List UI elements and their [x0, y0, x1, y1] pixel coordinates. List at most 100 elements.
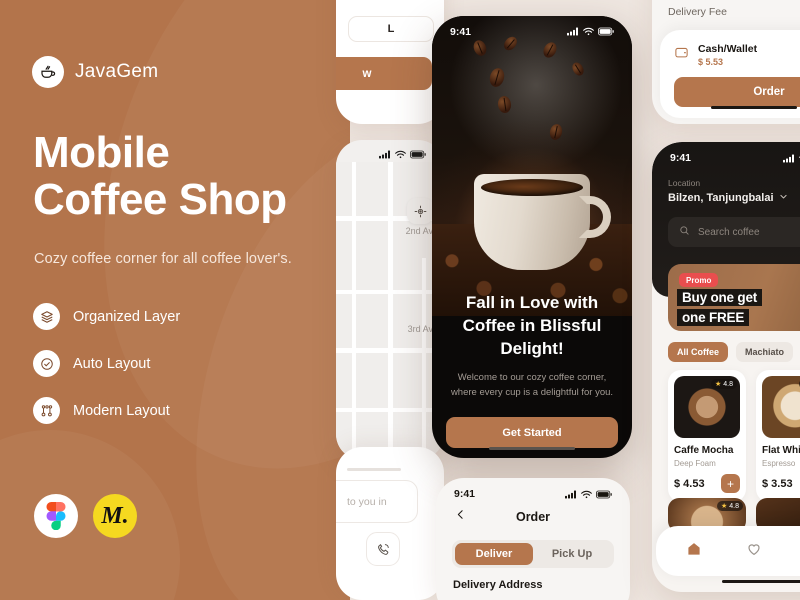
feature-item-organized-layer: Organized Layer [33, 303, 180, 330]
onboarding-subtitle: Welcome to our cozy coffee corner, where… [450, 371, 614, 398]
onboarding-content: Fall in Love with Coffee in Blissful Del… [432, 292, 632, 449]
rating-value: 4.8 [729, 502, 739, 510]
product-name: Flat White [762, 445, 800, 456]
coffee-liquid [481, 179, 583, 196]
coffee-bean [496, 95, 513, 114]
status-time: 9:41 [454, 488, 476, 500]
delivery-mode-segmented-control[interactable]: Deliver Pick Up [452, 540, 614, 568]
order-button[interactable]: Order [674, 77, 800, 107]
promo-tag: Promo [679, 273, 719, 287]
bottom-tab-bar [656, 526, 800, 576]
designer-mark-label: M. [101, 502, 129, 529]
location-label: Location [668, 178, 701, 188]
product-description: Espresso [762, 459, 796, 468]
partial-chip[interactable]: L [348, 16, 434, 42]
get-started-button[interactable]: Get Started [446, 417, 618, 449]
chevron-down-icon [779, 192, 788, 204]
designer-mark-logo: M. [93, 494, 137, 538]
brand-lockup: JavaGem [32, 56, 158, 88]
checkout-sheet: Cash/Wallet $ 5.53 Order [660, 30, 800, 118]
payment-method-row[interactable]: Cash/Wallet $ 5.53 [660, 30, 800, 67]
figma-logo [34, 494, 78, 538]
brand-name: JavaGem [75, 61, 159, 82]
category-chip-all-coffee[interactable]: All Coffee [668, 342, 729, 362]
nodes-icon [33, 397, 60, 424]
phone-mockup-checkout: Delivery Fee Cash/Wallet $ 5.53 Order [652, 0, 800, 124]
location-selector[interactable]: Bilzen, Tanjungbalai [668, 192, 800, 204]
product-grid: ★ 4.8 Caffe Mocha Deep Foam $ 4.53 + ★ 4… [668, 370, 800, 502]
map-canvas[interactable]: 2nd Ave 3rd Ave [336, 162, 444, 460]
gps-target-icon[interactable] [407, 198, 433, 224]
signal-icon [379, 150, 390, 158]
wifi-icon [583, 27, 594, 36]
coffee-cup-icon [32, 56, 64, 88]
feature-item-auto-layout: Auto Layout [33, 350, 180, 377]
page-subtitle: Cozy coffee corner for all coffee lover'… [34, 251, 292, 267]
home-indicator [489, 446, 575, 450]
tab-home[interactable] [686, 541, 702, 562]
status-bar: 9:41 [652, 142, 800, 164]
rating-badge: ★ 4.8 [710, 379, 737, 389]
home-indicator [711, 105, 797, 109]
coffee-cup [474, 174, 611, 270]
check-circle-icon [33, 350, 60, 377]
location-value: Bilzen, Tanjungbalai [668, 192, 774, 204]
phone-mockup-chat: to you in [336, 447, 444, 600]
search-placeholder: Search coffee [698, 226, 760, 238]
search-icon [679, 225, 690, 239]
rating-badge: ★ 4.8 [716, 501, 743, 511]
feature-label: Organized Layer [73, 308, 181, 325]
segment-pickup[interactable]: Pick Up [533, 543, 611, 565]
product-footer: $ 3.53 + [762, 474, 800, 493]
product-card[interactable]: ★ 4.8 Flat White Espresso $ 3.53 + [756, 370, 800, 502]
page-title: Mobile Coffee Shop [33, 129, 287, 223]
onboarding-title: Fall in Love with Coffee in Blissful Del… [462, 293, 602, 358]
wallet-icon [674, 45, 689, 65]
map-road [352, 162, 356, 460]
coffee-bean [471, 38, 489, 58]
battery-icon [596, 490, 612, 498]
star-icon: ★ [714, 381, 722, 388]
layers-icon [33, 303, 60, 330]
feature-label: Modern Layout [73, 402, 170, 419]
phone-mockup-home: 9:41 Location Bilzen, Tanjungbalai Searc… [652, 142, 800, 592]
signal-icon [783, 154, 794, 162]
status-icons [565, 490, 612, 499]
promo-banner[interactable]: ❤ Promo Buy one get one FREE [668, 264, 800, 331]
delivery-address-label: Delivery Address [453, 579, 543, 591]
home-icon [686, 542, 702, 561]
phone-call-icon[interactable] [366, 532, 400, 566]
product-card[interactable]: ★ 4.8 Caffe Mocha Deep Foam $ 4.53 + [668, 370, 746, 502]
wifi-icon [581, 490, 592, 498]
chat-bubble: to you in [336, 480, 418, 523]
sheet-handle [347, 468, 401, 471]
chevron-left-icon[interactable] [454, 508, 467, 526]
signal-icon [567, 27, 578, 36]
battery-icon [598, 27, 614, 36]
left-promo-panel: JavaGem Mobile Coffee Shop Cozy coffee c… [0, 0, 350, 600]
status-bar [336, 140, 444, 162]
partial-primary-button[interactable]: w [336, 57, 432, 90]
phone-mockup-order: 9:41 Order Deliver Pick Up Delivery Addr… [436, 478, 630, 600]
search-input[interactable]: Search coffee [668, 217, 800, 247]
feature-item-modern-layout: Modern Layout [33, 397, 180, 424]
status-icons [379, 150, 426, 159]
map-road [388, 162, 393, 460]
category-chip-machiato[interactable]: Machiato [736, 342, 794, 362]
phone-mockup-onboarding: 9:41 Fall in Love with Coffee in Blissfu… [432, 16, 632, 458]
coffee-bean [570, 60, 586, 78]
segment-deliver[interactable]: Deliver [455, 543, 533, 565]
feature-label: Auto Layout [73, 355, 151, 372]
heart-icon[interactable] [746, 541, 762, 562]
status-bar: 9:41 [432, 16, 632, 38]
product-price: $ 4.53 [674, 477, 705, 490]
star-icon: ★ [720, 503, 728, 510]
promo-line2: one FREE [677, 309, 750, 326]
status-icons [567, 27, 614, 36]
coffee-bean [548, 122, 564, 142]
add-to-cart-button[interactable]: + [721, 474, 740, 493]
rating-value: 4.8 [723, 380, 733, 388]
map-road [422, 258, 426, 460]
wifi-icon [395, 150, 406, 158]
feature-list: Organized Layer Auto Layout Modern Layou… [33, 303, 180, 444]
